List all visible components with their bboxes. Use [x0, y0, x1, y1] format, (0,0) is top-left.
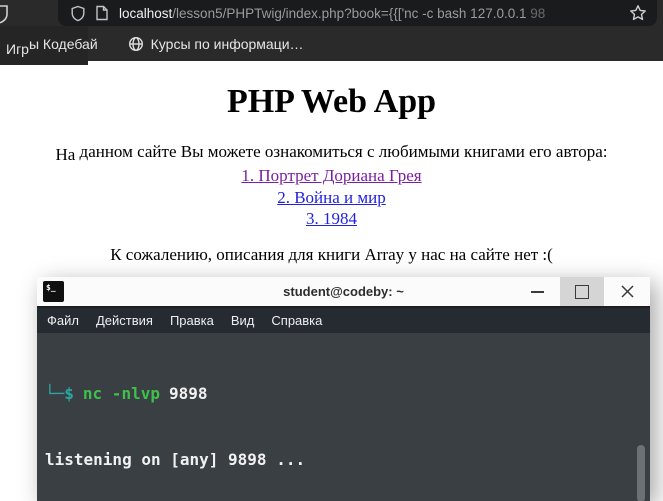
- terminal-titlebar[interactable]: $_ student@codeby: ~: [37, 277, 650, 308]
- terminal-line: listening on [any] 9898 ...: [45, 450, 306, 470]
- terminal-output[interactable]: └─$ nc -nlvp 9898 listening on [any] 9898 …: [37, 333, 650, 501]
- terminal-scrollbar-thumb[interactable]: [637, 444, 645, 501]
- intro-rest: данном сайте Вы можете ознакомиться с лю…: [75, 142, 608, 161]
- menu-edit[interactable]: Правка: [170, 313, 214, 328]
- page-info-icon[interactable]: [95, 5, 109, 21]
- bookmark-star-icon[interactable]: [629, 4, 647, 22]
- web-page: PHP Web App На данном сайте Вы можете оз…: [0, 61, 663, 265]
- minimize-button[interactable]: [514, 277, 560, 306]
- bookmark-label-prefix: Игр: [6, 40, 29, 57]
- menu-actions[interactable]: Действия: [96, 313, 153, 328]
- screenshot-root: localhost/lesson5/PHPTwig/index.php?book…: [0, 0, 663, 501]
- maximize-button[interactable]: [560, 277, 604, 306]
- page-title: PHP Web App: [226, 83, 437, 120]
- shell-command-arg: 9898: [168, 383, 208, 403]
- book-link-1[interactable]: 1. Портрет Дориана Грея: [0, 165, 663, 187]
- tracking-protection-shield-icon[interactable]: [70, 5, 86, 22]
- url-bar[interactable]: localhost/lesson5/PHPTwig/index.php?book…: [58, 0, 657, 26]
- prompt-line: └─$ nc -nlvp 9898: [45, 383, 642, 405]
- terminal-menubar: Файл Действия Правка Вид Справка: [37, 308, 650, 333]
- menu-help[interactable]: Справка: [271, 313, 322, 328]
- intro-prefix: На: [55, 145, 76, 164]
- book-links: 1. Портрет Дориана Грея 2. Война и мир 3…: [0, 165, 663, 230]
- close-button[interactable]: [604, 277, 650, 306]
- bookmark-label: ы Кодебай: [28, 35, 98, 52]
- url-text[interactable]: localhost/lesson5/PHPTwig/index.php?book…: [119, 6, 629, 21]
- no-description-text: К сожалению, описания для книги Array у …: [110, 244, 553, 264]
- globe-icon: [128, 36, 143, 51]
- browser-chrome: localhost/lesson5/PHPTwig/index.php?book…: [0, 0, 663, 65]
- shield-corner-icon: [0, 5, 8, 24]
- menu-view[interactable]: Вид: [231, 313, 255, 328]
- bookmark-item-games[interactable]: Игр ы Кодебай: [6, 35, 98, 57]
- window-controls: [514, 277, 650, 306]
- url-path: /lesson5/PHPTwig/index.php?book={{['nc -…: [172, 5, 531, 21]
- terminal-app-icon: $_: [43, 281, 64, 302]
- book-link-3[interactable]: 3. 1984: [0, 208, 663, 230]
- url-fade-overlay: [589, 0, 627, 26]
- url-tail: 98: [530, 5, 546, 21]
- menu-file[interactable]: Файл: [47, 313, 79, 328]
- book-link-2[interactable]: 2. Война и мир: [0, 187, 663, 209]
- close-icon: [620, 285, 634, 298]
- terminal-window: $_ student@codeby: ~ Файл Действия Правк…: [37, 277, 650, 501]
- intro-text: На данном сайте Вы можете ознакомиться с…: [0, 141, 663, 164]
- url-host: localhost: [119, 5, 173, 21]
- shell-prompt: └─$: [45, 383, 74, 403]
- maximize-icon: [575, 284, 589, 299]
- bookmarks-bar: Игр ы Кодебай Курсы по информаци…: [0, 26, 663, 65]
- bookmark-label: Курсы по информаци…: [150, 35, 304, 52]
- shell-command: nc -nlvp: [82, 383, 160, 403]
- bookmark-item-courses[interactable]: Курсы по информаци…: [128, 36, 304, 52]
- minimize-icon: [530, 290, 544, 293]
